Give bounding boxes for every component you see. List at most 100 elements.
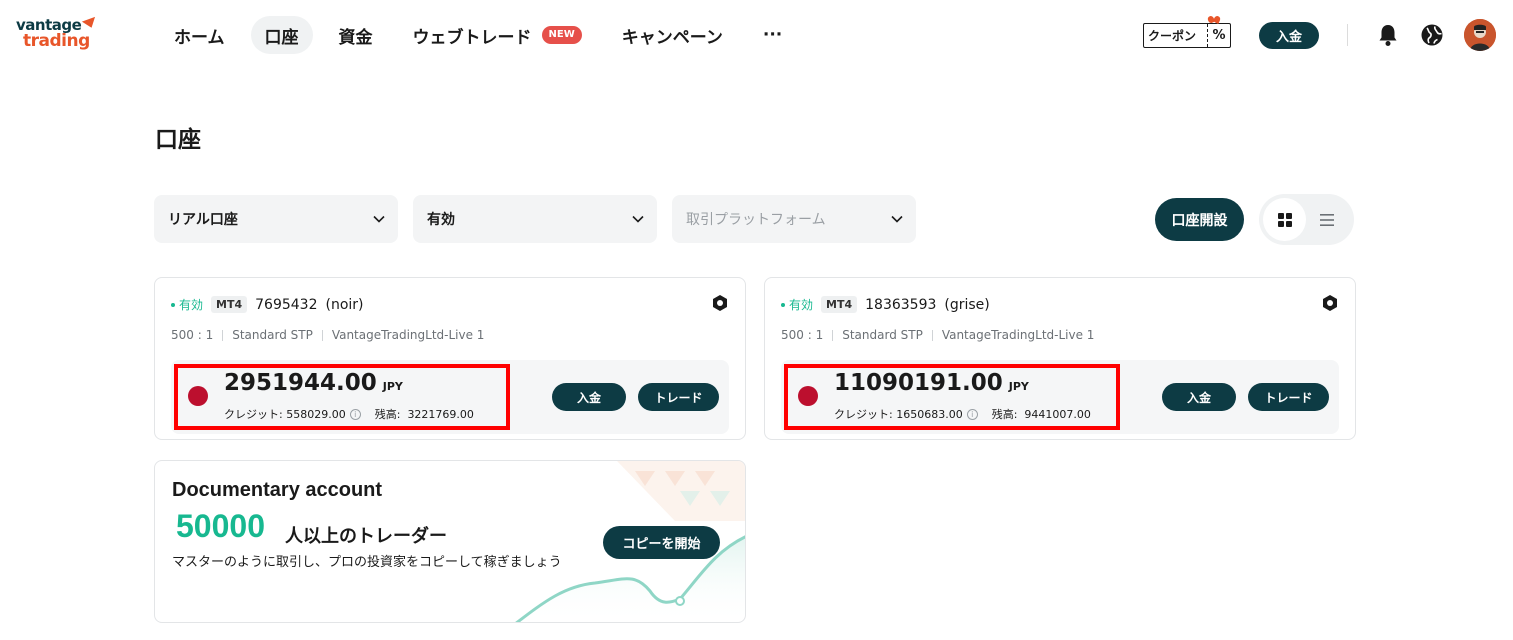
balance-value: 9441007.00 [1024,407,1091,421]
credit-label: クレジット: [834,408,893,421]
account-nickname: (grise) [944,296,990,313]
platform-tag: MT4 [211,296,248,313]
header-deposit-button[interactable]: 入金 [1259,22,1319,49]
nav-funds[interactable]: 資金 [325,16,387,54]
account-balance-panel: 11090191.00 JPY クレジット: 1650683.00 i 残高: 9… [781,360,1339,434]
credit-label: クレジット: [224,408,283,421]
chevron-down-icon [632,215,644,223]
balance-label: 残高: [374,408,401,421]
coupon-button[interactable]: クーポン % [1143,23,1231,48]
divider [321,329,323,341]
account-number: 7695432 [255,296,318,313]
settings-icon[interactable] [711,294,729,312]
nav-home[interactable]: ホーム [160,16,239,54]
credit-value: 1650683.00 [896,407,963,421]
account-card: 有効 MT4 7695432 (noir) 500 : 1 Standard S… [154,277,746,440]
user-avatar[interactable] [1464,19,1496,51]
top-header: vantage trading ホーム 口座 資金 ウェブトレード NEW キャ… [0,0,1513,70]
leverage: 500 : 1 [781,328,824,342]
account-header: 有効 MT4 7695432 (noir) [171,296,364,313]
status-badge: 有効 [781,296,813,313]
account-balance-panel: 2951944.00 JPY クレジット: 558029.00 i 残高: 322… [171,360,729,434]
account-type-select[interactable]: リアル口座 [154,195,398,243]
ribbon-icon [1208,16,1220,26]
globe-icon[interactable] [1419,22,1445,48]
account-type: Standard STP [232,328,313,342]
page-title: 口座 [155,127,201,153]
trade-button[interactable]: トレード [1248,383,1329,411]
balance-value: 3221769.00 [407,407,474,421]
bell-icon[interactable] [1375,22,1401,48]
open-account-button[interactable]: 口座開設 [1155,198,1244,241]
nav-funds-label: 資金 [338,27,373,48]
account-header: 有効 MT4 18363593 (grise) [781,296,990,313]
coupon-label: クーポン [1144,24,1208,47]
account-details: 500 : 1 Standard STP VantageTradingLtd-L… [781,328,1094,342]
server-name: VantageTradingLtd-Live 1 [331,328,485,342]
status-dot [781,302,785,307]
account-number: 18363593 [865,296,937,313]
nav-accounts[interactable]: 口座 [250,16,313,54]
server-name: VantageTradingLtd-Live 1 [941,328,1095,342]
nav-campaign-label: キャンペーン [621,27,723,48]
chevron-down-icon [891,215,903,223]
trader-count-suffix: 人以上のトレーダー [285,526,447,547]
nav-webtrade-label: ウェブトレード [412,27,532,48]
trade-button[interactable]: トレード [638,383,719,411]
info-icon[interactable]: i [349,408,361,420]
account-type: Standard STP [842,328,923,342]
nav-accounts-label: 口座 [264,27,299,48]
leverage: 500 : 1 [171,328,214,342]
info-icon[interactable]: i [966,408,978,420]
balance-label: 残高: [991,408,1018,421]
nav-more[interactable]: ··· [749,16,796,54]
divider [222,329,224,341]
equity-value: 2951944.00 JPY [224,370,403,396]
grid-view-button[interactable] [1263,198,1306,241]
credit-balance-line: クレジット: 1650683.00 i 残高: 9441007.00 [834,406,1091,422]
account-type-value: リアル口座 [168,212,238,228]
trader-count: 50000 [176,508,265,544]
account-card: 有効 MT4 18363593 (grise) 500 : 1 Standard… [764,277,1356,440]
logo-line2: trading [23,31,90,51]
nav-home-label: ホーム [174,27,225,48]
status-text: 有効 [789,298,814,312]
view-toggle [1259,194,1354,245]
copy-trading-promo: Documentary account 50000 人以上のトレーダー マスター… [154,460,746,623]
promo-description: マスターのように取引し、プロの投資家をコピーして稼ぎましょう [172,555,562,570]
divider [931,329,933,341]
status-text: 有効 [179,298,204,312]
vantage-logo[interactable]: vantage trading [16,16,99,52]
divider [832,329,834,341]
status-badge: 有効 [171,296,203,313]
credit-value: 558029.00 [286,407,346,421]
equity-amount: 2951944.00 [224,370,377,396]
nav-campaign[interactable]: キャンペーン [608,16,737,54]
japan-flag-icon [798,386,818,406]
settings-icon[interactable] [1321,294,1339,312]
percent-icon: % [1212,28,1226,43]
account-nickname: (noir) [325,296,364,313]
japan-flag-icon [188,386,208,406]
list-icon [1320,214,1334,226]
nav-webtrade[interactable]: ウェブトレード NEW [399,16,596,54]
status-value: 有効 [427,212,455,228]
list-view-button[interactable] [1315,208,1339,232]
platform-select[interactable]: 取引プラットフォーム [672,195,916,243]
start-copy-button[interactable]: コピーを開始 [603,526,720,559]
grid-icon [1277,212,1292,227]
currency-code: JPY [1008,380,1029,393]
header-divider [1347,24,1348,46]
promo-title: Documentary account [172,479,383,501]
equity-value: 11090191.00 JPY [834,370,1029,396]
new-badge: NEW [541,26,582,44]
platform-placeholder: 取引プラットフォーム [686,212,826,228]
credit-balance-line: クレジット: 558029.00 i 残高: 3221769.00 [224,406,474,422]
more-icon: ··· [762,25,783,45]
main-nav: ホーム 口座 資金 ウェブトレード NEW キャンペーン ··· [160,16,808,54]
status-dot [171,302,175,307]
deposit-button[interactable]: 入金 [552,383,626,411]
deposit-button[interactable]: 入金 [1162,383,1236,411]
platform-tag: MT4 [821,296,858,313]
status-select[interactable]: 有効 [413,195,657,243]
